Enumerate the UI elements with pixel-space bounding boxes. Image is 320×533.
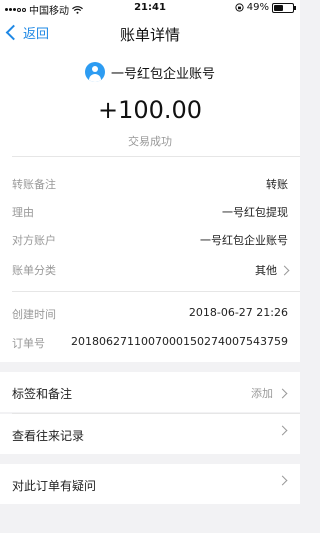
- detail-label: 理由: [12, 206, 34, 219]
- status-bar: 中国移动 21:41 49%: [0, 0, 300, 17]
- created-time-value: 2018-06-27 21:26: [188, 306, 288, 319]
- nav-bar: 返回 账单详情: [0, 16, 300, 50]
- details-section: 转账备注 转账 理由 一号红包提现 对方账户 一号红包企业账号 账单分类 其他 …: [0, 156, 300, 362]
- add-tag-link[interactable]: 添加: [251, 385, 273, 401]
- reason-value: 一号红包提现: [222, 206, 288, 219]
- tags-right: 添加: [251, 385, 288, 401]
- order-question-item[interactable]: 对此订单有疑问: [0, 464, 300, 504]
- divider: [12, 156, 300, 157]
- detail-value: 2018062711007000150274007543759: [71, 335, 288, 348]
- detail-row-created: 创建时间 2018-06-27 21:26: [12, 306, 288, 326]
- question-right: [277, 475, 288, 486]
- order-number-value: 2018062711007000150274007543759: [71, 335, 288, 348]
- remark-value: 转账: [266, 178, 288, 191]
- tags-and-notes-item[interactable]: 标签和备注 添加: [0, 372, 300, 412]
- chevron-right-icon: [277, 425, 288, 436]
- avatar-icon: [84, 62, 105, 82]
- detail-value: 2018-06-27 21:26: [189, 306, 288, 319]
- tags-label: 标签和备注: [12, 387, 73, 401]
- transaction-status: 交易成功: [128, 135, 172, 148]
- history-label: 查看往来记录: [12, 429, 85, 443]
- category-value: 其他: [255, 264, 277, 277]
- detail-label: 创建时间: [12, 308, 56, 321]
- divider: [12, 291, 300, 292]
- transaction-header: 一号红包企业账号 +100.00 交易成功: [0, 50, 300, 156]
- payee-name: 一号红包企业账号: [110, 66, 215, 82]
- detail-label: 订单号: [12, 337, 45, 350]
- detail-label: 转账备注: [12, 178, 56, 191]
- transaction-amount: +100.00: [97, 96, 203, 124]
- battery-group: 49%: [235, 2, 296, 13]
- history-right: [277, 425, 288, 436]
- detail-row-remark: 转账备注 转账: [12, 176, 288, 196]
- chevron-right-icon: [279, 265, 290, 275]
- counterparty-value: 一号红包企业账号: [200, 234, 288, 247]
- chevron-right-icon: [277, 475, 288, 486]
- detail-value: 一号红包企业账号: [200, 232, 288, 248]
- detail-row-reason: 理由 一号红包提现: [12, 204, 288, 224]
- battery-icon: [272, 2, 296, 13]
- detail-value: 其他: [255, 262, 290, 278]
- page-title: 账单详情: [119, 26, 180, 44]
- detail-value: 转账: [266, 176, 288, 192]
- detail-label: 对方账户: [12, 234, 56, 247]
- detail-value: 一号红包提现: [222, 204, 288, 220]
- view-history-item[interactable]: 查看往来记录: [0, 414, 300, 454]
- chevron-right-icon: [277, 388, 288, 398]
- detail-row-counterparty: 对方账户 一号红包企业账号: [12, 232, 288, 252]
- detail-row-order-number: 订单号 2018062711007000150274007543759: [12, 335, 288, 355]
- payee-row: 一号红包企业账号: [0, 62, 300, 82]
- detail-row-category[interactable]: 账单分类 其他: [12, 262, 290, 282]
- detail-label: 账单分类: [12, 264, 56, 277]
- question-label: 对此订单有疑问: [12, 479, 97, 493]
- battery-percent: 49%: [246, 2, 269, 13]
- orientation-lock-icon: [235, 3, 244, 12]
